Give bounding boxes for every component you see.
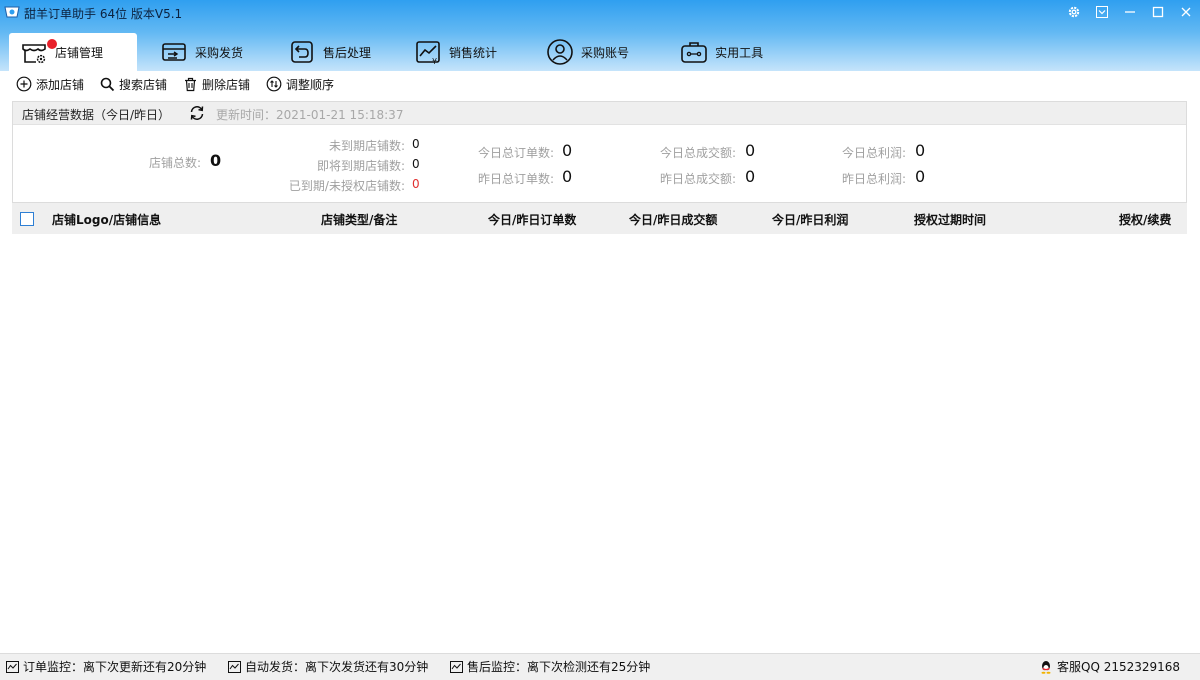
today-profit-value: 0 [915, 141, 926, 160]
customer-service-link[interactable]: 客服QQ 2152329168 [1039, 658, 1180, 675]
today-orders-value: 0 [562, 141, 573, 160]
delivery-card-icon [159, 37, 189, 67]
search-store-button[interactable]: 搜索店铺 [100, 76, 167, 93]
trash-icon [185, 77, 197, 91]
expiring-label: 即将到期店铺数: [316, 159, 405, 173]
window-chrome: 甜羊订单助手 64位 版本V5.1 店铺管理 采购发货 售后处理 ¥ 销售统计 … [0, 0, 1200, 71]
sales-chart-icon: ¥ [413, 37, 443, 67]
window-controls [1060, 0, 1200, 24]
tab-label: 采购发货 [195, 45, 244, 60]
auto-ship-text: 自动发货：离下次发货还有30分钟 [245, 660, 429, 674]
expiring-value: 0 [412, 157, 420, 171]
after-sale-status: 售后监控：离下次检测还有25分钟 [450, 658, 650, 675]
col-renew[interactable]: 授权/续费 [1119, 211, 1171, 228]
tab-sales-stats[interactable]: ¥ 销售统计 [403, 33, 505, 71]
tab-label: 售后处理 [323, 45, 372, 60]
status-bar: 订单监控：离下次更新还有20分钟 自动发货：离下次发货还有30分钟 售后监控：离… [0, 653, 1200, 680]
yesterday-orders-label: 昨日总订单数: [478, 172, 555, 186]
today-profit-label: 今日总利润: [842, 146, 907, 160]
store-total-label: 店铺总数: [149, 156, 202, 170]
main-tabs: 店铺管理 采购发货 售后处理 ¥ 销售统计 采购账号 实用工具 [9, 33, 771, 71]
monitor-icon [6, 660, 19, 673]
app-logo-icon [4, 6, 20, 18]
tab-purchase-shipping[interactable]: 采购发货 [149, 33, 251, 71]
select-all-checkbox[interactable] [20, 212, 34, 226]
tab-store-management[interactable]: 店铺管理 [9, 33, 137, 71]
title-bar: 甜羊订单助手 64位 版本V5.1 [0, 0, 1200, 24]
delete-store-label: 删除店铺 [202, 77, 251, 92]
today-orders-label: 今日总订单数: [478, 146, 555, 160]
col-expire-time[interactable]: 授权过期时间 [914, 211, 986, 228]
search-store-label: 搜索店铺 [119, 77, 168, 92]
not-expired-label: 未到期店铺数: [328, 139, 405, 153]
reorder-label: 调整顺序 [286, 77, 335, 92]
order-monitor-text: 订单监控：离下次更新还有20分钟 [23, 660, 207, 674]
sort-arrows-icon [266, 76, 282, 92]
add-store-label: 添加店铺 [36, 77, 85, 92]
store-total-value: 0 [210, 151, 222, 170]
tab-label: 实用工具 [715, 45, 764, 60]
app-title: 甜羊订单助手 64位 版本V5.1 [24, 7, 183, 21]
tab-purchase-account[interactable]: 采购账号 [535, 33, 637, 71]
tab-label: 销售统计 [449, 45, 498, 60]
update-time: 更新时间：2021-01-21 15:18:37 [216, 108, 404, 122]
after-sale-text: 售后监控：离下次检测还有25分钟 [467, 660, 651, 674]
tab-label: 店铺管理 [55, 45, 104, 60]
yesterday-profit-value: 0 [915, 167, 926, 186]
notification-dot [47, 39, 57, 49]
monitor-icon [450, 660, 463, 673]
maximize-icon [1152, 6, 1164, 18]
today-gmv-value: 0 [745, 141, 756, 160]
search-icon [100, 77, 115, 91]
reorder-button[interactable]: 调整顺序 [266, 76, 334, 93]
col-profit[interactable]: 今日/昨日利润 [772, 211, 848, 228]
expired-label: 已到期/未授权店铺数: [288, 179, 405, 193]
add-store-button[interactable]: 添加店铺 [16, 76, 84, 93]
col-orders[interactable]: 今日/昨日订单数 [488, 211, 576, 228]
close-icon [1181, 7, 1191, 17]
return-icon [287, 37, 317, 67]
yesterday-orders-value: 0 [562, 167, 573, 186]
maximize-button[interactable] [1144, 0, 1172, 24]
refresh-icon[interactable] [188, 104, 206, 122]
gear-icon [1068, 6, 1080, 18]
skin-menu-button[interactable] [1088, 0, 1116, 24]
tab-label: 采购账号 [581, 45, 630, 60]
tab-utilities[interactable]: 实用工具 [669, 33, 771, 71]
qq-penguin-icon [1041, 660, 1051, 674]
not-expired-value: 0 [412, 137, 420, 151]
plus-circle-icon [16, 76, 32, 92]
store-table-header: 店铺Logo/店铺信息 店铺类型/备注 今日/昨日订单数 今日/昨日成交额 今日… [12, 203, 1187, 234]
yesterday-gmv-value: 0 [745, 167, 756, 186]
auto-ship-status: 自动发货：离下次发货还有30分钟 [228, 658, 428, 675]
delete-store-button[interactable]: 删除店铺 [183, 76, 250, 93]
store-settings-icon [19, 37, 49, 67]
minimize-icon [1125, 11, 1135, 13]
monitor-icon [228, 660, 241, 673]
dropdown-box-icon [1096, 6, 1108, 18]
customer-service-qq: 客服QQ 2152329168 [1057, 660, 1181, 674]
expired-value: 0 [412, 177, 420, 191]
today-gmv-label: 今日总成交额: [660, 146, 737, 160]
close-button[interactable] [1172, 0, 1200, 24]
stats-header: 店铺经营数据（今日/昨日） 更新时间：2021-01-21 15:18:37 [13, 102, 1186, 125]
store-stats-panel: 店铺经营数据（今日/昨日） 更新时间：2021-01-21 15:18:37 店… [12, 101, 1187, 203]
tab-after-sales[interactable]: 售后处理 [277, 33, 379, 71]
store-toolbar: 添加店铺 搜索店铺 删除店铺 调整顺序 [16, 75, 350, 93]
yesterday-gmv-label: 昨日总成交额: [660, 172, 737, 186]
yesterday-profit-label: 昨日总利润: [842, 172, 907, 186]
order-monitor-status: 订单监控：离下次更新还有20分钟 [6, 658, 206, 675]
svg-text:¥: ¥ [432, 57, 437, 66]
stats-title: 店铺经营数据（今日/昨日） [22, 108, 171, 122]
col-gmv[interactable]: 今日/昨日成交额 [629, 211, 717, 228]
col-store-info[interactable]: 店铺Logo/店铺信息 [52, 211, 161, 228]
toolbox-icon [679, 37, 709, 67]
settings-gear-button[interactable] [1060, 0, 1088, 24]
minimize-button[interactable] [1116, 0, 1144, 24]
account-icon [545, 37, 575, 67]
col-store-type[interactable]: 店铺类型/备注 [321, 211, 397, 228]
